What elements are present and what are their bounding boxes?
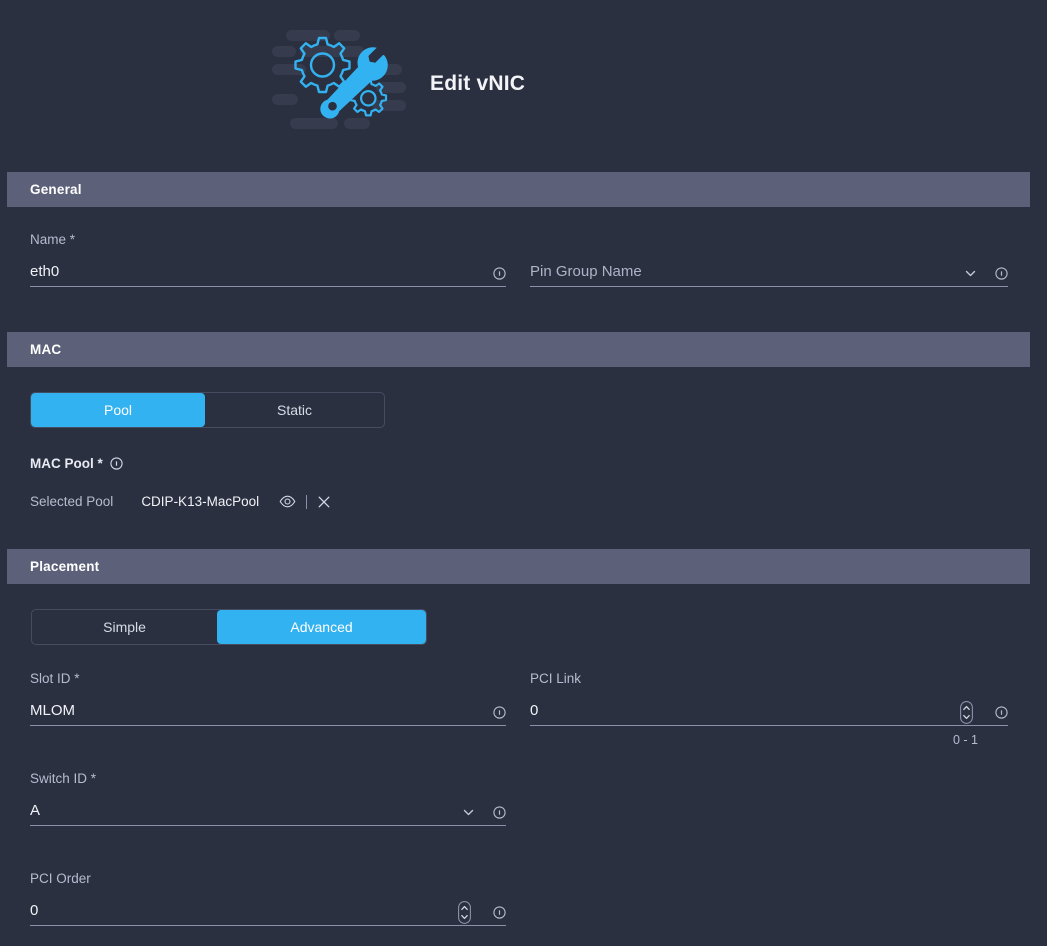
number-stepper-icon[interactable] — [458, 901, 471, 924]
pin-group-name-field-label — [530, 232, 1008, 248]
chevron-down-icon[interactable] — [964, 267, 977, 280]
section-title-mac: MAC — [30, 342, 62, 357]
selected-pool-value: CDIP-K13-MacPool — [141, 494, 260, 509]
switch-id-field-label: Switch ID * — [30, 771, 97, 786]
pci-link-field[interactable]: PCI Link 0 0 - 1 — [530, 671, 1008, 747]
pci-order-field[interactable]: PCI Order 0 — [30, 871, 506, 926]
section-title-general: General — [30, 182, 82, 197]
gear-wrench-icon — [272, 24, 408, 144]
info-icon[interactable] — [995, 267, 1008, 280]
page-header: Edit vNIC — [0, 0, 1047, 168]
pci-link-input[interactable]: 0 — [530, 701, 960, 725]
selected-pool-row: Selected Pool CDIP-K13-MacPool — [30, 494, 331, 509]
pin-group-name-field[interactable]: Pin Group Name — [530, 232, 1008, 287]
info-icon[interactable] — [995, 706, 1008, 719]
pci-link-helper-text: 0 - 1 — [952, 733, 978, 747]
mac-pool-label: MAC Pool * — [30, 456, 123, 471]
switch-id-field[interactable]: Switch ID * A — [30, 771, 506, 826]
selected-pool-actions — [279, 494, 331, 509]
section-title-placement: Placement — [30, 559, 100, 574]
placement-toggle-advanced[interactable]: Advanced — [217, 610, 426, 644]
pci-order-field-label: PCI Order — [30, 871, 91, 886]
mac-pool-label-text: MAC Pool * — [30, 456, 103, 471]
chevron-down-icon[interactable] — [462, 806, 475, 819]
name-field[interactable]: Name * eth0 — [30, 232, 506, 287]
mac-type-toggle-group[interactable]: Pool Static — [30, 392, 385, 428]
placement-toggle-simple[interactable]: Simple — [32, 610, 217, 644]
info-icon[interactable] — [493, 906, 506, 919]
placement-mode-toggle-group[interactable]: Simple Advanced — [31, 609, 427, 645]
number-stepper-icon[interactable] — [960, 701, 973, 724]
pci-order-input[interactable]: 0 — [30, 901, 458, 925]
switch-id-input[interactable]: A — [30, 801, 462, 825]
pin-group-name-input[interactable]: Pin Group Name — [530, 262, 964, 286]
info-icon[interactable] — [110, 457, 123, 470]
pci-link-field-label: PCI Link — [530, 671, 582, 686]
section-header-placement: Placement — [7, 549, 1030, 584]
selected-pool-caption: Selected Pool — [30, 494, 114, 509]
name-input[interactable]: eth0 — [30, 262, 493, 286]
slot-id-field-label: Slot ID * — [30, 671, 80, 686]
action-divider — [306, 494, 308, 509]
info-icon[interactable] — [493, 706, 506, 719]
close-icon[interactable] — [317, 495, 331, 509]
eye-icon[interactable] — [279, 495, 296, 508]
page-title: Edit vNIC — [430, 72, 526, 95]
section-header-mac: MAC — [7, 332, 1030, 367]
name-field-label: Name * — [30, 232, 76, 247]
mac-toggle-static[interactable]: Static — [205, 393, 384, 427]
section-header-general: General — [7, 172, 1030, 207]
info-icon[interactable] — [493, 806, 506, 819]
slot-id-input[interactable]: MLOM — [30, 701, 493, 725]
info-icon[interactable] — [493, 267, 506, 280]
mac-toggle-pool[interactable]: Pool — [31, 393, 205, 427]
slot-id-field[interactable]: Slot ID * MLOM — [30, 671, 506, 726]
